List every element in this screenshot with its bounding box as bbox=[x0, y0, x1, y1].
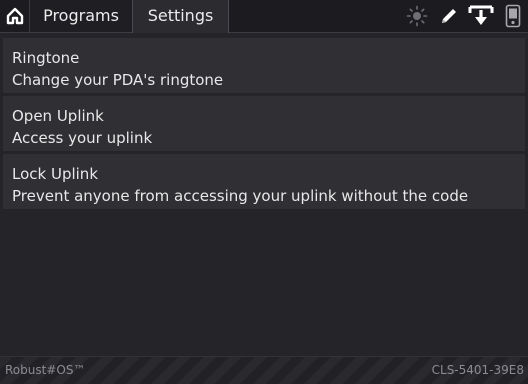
list-item-ringtone[interactable]: Ringtone Change your PDA's ringtone bbox=[3, 38, 525, 93]
footer-bar: Robust#OS™ CLS-5401-39E8 bbox=[0, 356, 528, 384]
os-brand: Robust#OS™ bbox=[5, 363, 86, 377]
item-title: Open Uplink bbox=[12, 107, 104, 125]
brightness-icon bbox=[406, 5, 428, 27]
top-bar: Programs Settings bbox=[0, 0, 528, 34]
list-item-open-uplink[interactable]: Open Uplink Access your uplink bbox=[3, 96, 525, 151]
item-description: Access your uplink bbox=[12, 129, 153, 147]
pda-icon bbox=[505, 4, 521, 28]
settings-list: Ringtone Change your PDA's ringtone Open… bbox=[0, 33, 528, 356]
tab-programs[interactable]: Programs bbox=[29, 0, 132, 32]
download-icon bbox=[468, 5, 494, 25]
home-icon bbox=[6, 7, 23, 25]
pda-button[interactable] bbox=[500, 0, 526, 32]
list-item-lock-uplink[interactable]: Lock Uplink Prevent anyone from accessin… bbox=[3, 154, 525, 209]
brightness-button[interactable] bbox=[404, 0, 430, 32]
download-button[interactable] bbox=[466, 0, 496, 32]
item-description: Prevent anyone from accessing your uplin… bbox=[12, 187, 469, 205]
tab-settings[interactable]: Settings bbox=[132, 0, 229, 34]
pen-icon bbox=[442, 9, 456, 23]
device-serial: CLS-5401-39E8 bbox=[431, 363, 524, 377]
home-button[interactable] bbox=[0, 0, 29, 32]
pen-button[interactable] bbox=[436, 0, 462, 32]
item-title: Ringtone bbox=[12, 49, 80, 67]
item-description: Change your PDA's ringtone bbox=[12, 71, 224, 89]
item-title: Lock Uplink bbox=[12, 165, 99, 183]
